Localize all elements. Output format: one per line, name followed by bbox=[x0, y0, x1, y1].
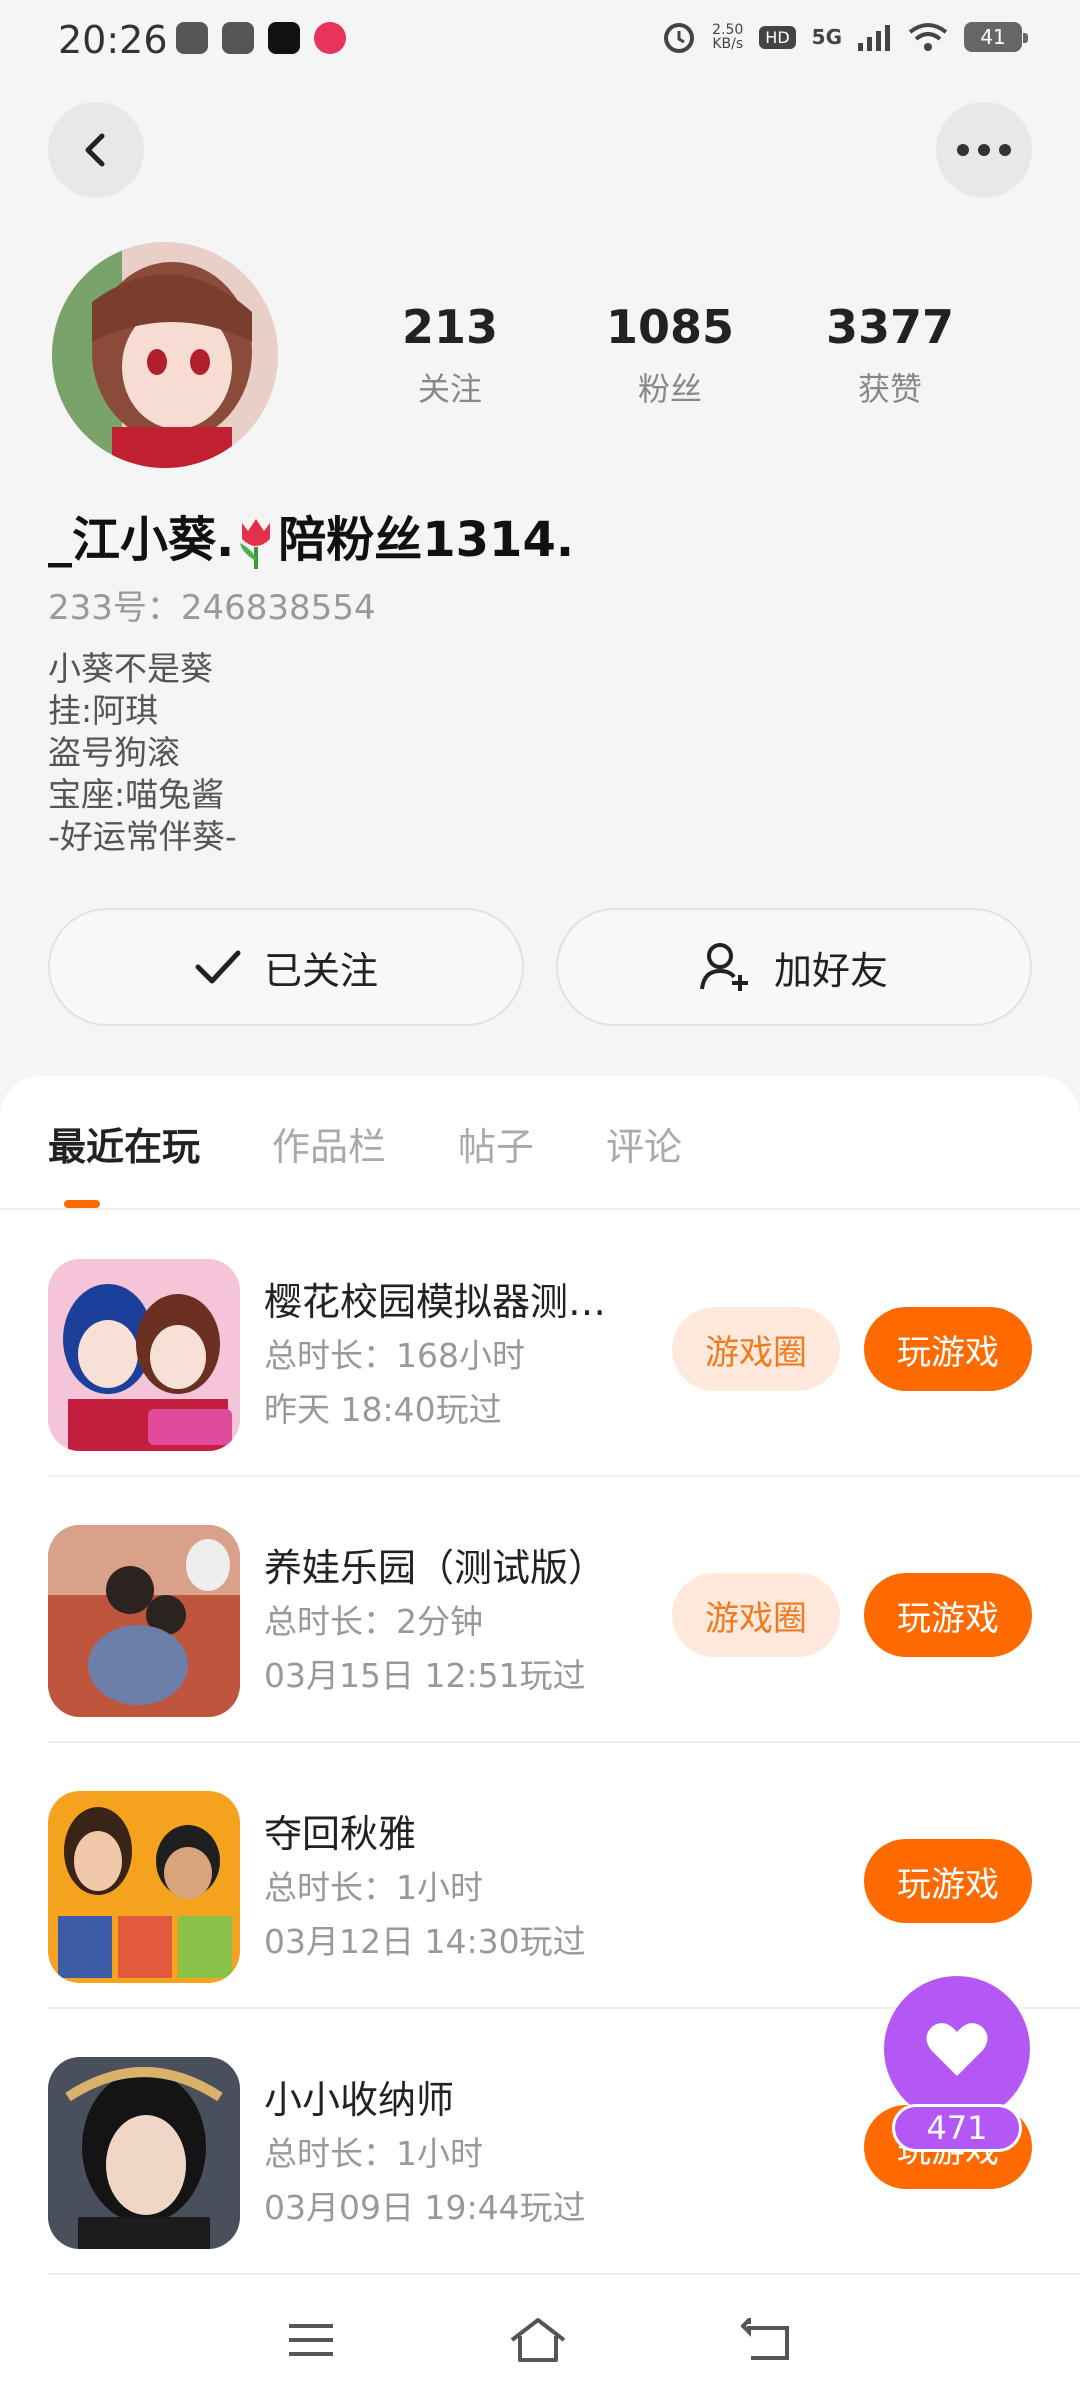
game-duration: 总时长：168小时 bbox=[264, 1336, 525, 1375]
followed-label: 已关注 bbox=[263, 948, 378, 993]
game-icon bbox=[48, 1259, 240, 1451]
list-item[interactable]: 夺回秋雅 总时长：1小时 03月12日 14:30玩过 玩游戏 bbox=[0, 1743, 1080, 2009]
play-game-button[interactable]: 玩游戏 bbox=[864, 1307, 1032, 1391]
status-indicators: 2.50 KB/s HD 5G 41 bbox=[662, 20, 1028, 54]
game-icon-image bbox=[48, 1791, 240, 1983]
game-last-played: 昨天 18:40玩过 bbox=[264, 1390, 502, 1429]
heart-icon bbox=[926, 2023, 988, 2076]
game-duration: 总时长：1小时 bbox=[264, 2134, 483, 2173]
stat-likes[interactable]: 3377 获赞 bbox=[800, 300, 980, 410]
bio: 小葵不是葵 挂:阿琪 盗号狗滚 宝座:喵兔酱 -好运常伴葵- bbox=[48, 648, 237, 858]
stat-label: 关注 bbox=[417, 370, 482, 408]
alarm-icon bbox=[664, 23, 695, 53]
game-icon bbox=[48, 1791, 240, 1983]
game-last-played: 03月12日 14:30玩过 bbox=[264, 1922, 586, 1961]
status-bar: 20:26 2.50 KB/s HD 5G 41 bbox=[0, 0, 1080, 84]
game-duration: 总时长：1小时 bbox=[264, 1868, 483, 1907]
checkmark-icon bbox=[195, 950, 241, 984]
avatar-image bbox=[52, 242, 278, 468]
tulip-emoji-icon bbox=[240, 519, 271, 569]
game-title: 夺回秋雅 bbox=[264, 1812, 417, 1856]
content-panel: 最近在玩 作品栏 帖子 评论 樱花校园模拟器测… 总时长：168小时 昨天 18… bbox=[0, 1076, 1080, 2400]
username-part-2: 陪粉丝1314. bbox=[278, 512, 575, 568]
system-nav-bar bbox=[0, 2280, 1080, 2400]
back-button[interactable] bbox=[48, 102, 144, 198]
more-options-button[interactable] bbox=[936, 102, 1032, 198]
video-icon bbox=[222, 22, 254, 54]
play-game-button[interactable]: 玩游戏 bbox=[864, 1573, 1032, 1657]
game-last-played: 03月15日 12:51玩过 bbox=[264, 1656, 586, 1695]
stat-following[interactable]: 213 关注 bbox=[360, 300, 540, 410]
status-app-icons bbox=[176, 22, 346, 54]
game-title: 樱花校园模拟器测… bbox=[264, 1280, 607, 1324]
network-type: 5G bbox=[811, 25, 842, 49]
list-item[interactable]: 樱花校园模拟器测… 总时长：168小时 昨天 18:40玩过 游戏圈 玩游戏 bbox=[0, 1211, 1080, 1477]
add-user-icon bbox=[699, 943, 748, 991]
bio-line: 宝座:喵兔酱 bbox=[48, 775, 225, 814]
followed-button[interactable]: 已关注 bbox=[48, 908, 524, 1026]
signal-icon bbox=[858, 25, 890, 51]
bio-line: -好运常伴葵- bbox=[48, 817, 237, 856]
tab-works[interactable]: 作品栏 bbox=[272, 1116, 386, 1171]
list-item[interactable]: 养娃乐园（测试版） 总时长：2分钟 03月15日 12:51玩过 游戏圈 玩游戏 bbox=[0, 1477, 1080, 1743]
wechat-icon bbox=[176, 22, 208, 54]
game-title: 养娃乐园（测试版） bbox=[264, 1546, 607, 1590]
username: _江小葵. 陪粉丝1314. bbox=[48, 500, 574, 570]
battery-indicator: 41 bbox=[964, 22, 1028, 52]
stat-value: 3377 bbox=[825, 300, 955, 354]
user-id: 233号：246838554 bbox=[48, 588, 376, 628]
bio-line: 小葵不是葵 bbox=[48, 649, 213, 688]
home-icon[interactable] bbox=[508, 2316, 568, 2364]
game-icon bbox=[48, 1525, 240, 1717]
back-nav-icon[interactable] bbox=[741, 2318, 793, 2362]
speed-value: 2.50 bbox=[712, 22, 744, 38]
game-icon-image bbox=[48, 1525, 240, 1717]
play-game-button[interactable]: 玩游戏 bbox=[864, 1839, 1032, 1923]
stat-value: 1085 bbox=[605, 300, 735, 354]
game-circle-button[interactable]: 游戏圈 bbox=[672, 1573, 840, 1657]
status-time: 20:26 bbox=[58, 18, 168, 62]
menu-icon[interactable] bbox=[287, 2320, 335, 2360]
game-circle-button[interactable]: 游戏圈 bbox=[672, 1307, 840, 1391]
network-speed: 2.50 KB/s bbox=[712, 23, 743, 51]
game-duration: 总时长：2分钟 bbox=[264, 1602, 483, 1641]
game-icon bbox=[48, 2057, 240, 2249]
profile-page: 20:26 2.50 KB/s HD 5G 41 213 关注 1085 粉丝 … bbox=[0, 0, 1080, 2400]
app-icon bbox=[314, 22, 346, 54]
tab-indicator bbox=[64, 1200, 100, 1208]
avatar[interactable] bbox=[52, 242, 278, 468]
tab-comments[interactable]: 评论 bbox=[606, 1116, 682, 1171]
stat-label: 粉丝 bbox=[637, 370, 702, 408]
more-horizontal-icon bbox=[957, 144, 1011, 156]
chevron-left-icon bbox=[85, 133, 105, 167]
floating-like-count: 471 bbox=[892, 2104, 1022, 2152]
speed-unit: KB/s bbox=[712, 36, 744, 52]
bio-line: 盗号狗滚 bbox=[48, 733, 180, 772]
game-title: 小小收纳师 bbox=[264, 2078, 455, 2122]
tiktok-icon bbox=[268, 22, 300, 54]
stat-label: 获赞 bbox=[857, 370, 922, 408]
game-last-played: 03月09日 19:44玩过 bbox=[264, 2188, 586, 2227]
tab-posts[interactable]: 帖子 bbox=[458, 1116, 534, 1171]
bio-line: 挂:阿琪 bbox=[48, 691, 159, 730]
hd-badge: HD bbox=[759, 25, 796, 49]
divider bbox=[0, 1208, 1080, 1210]
add-friend-label: 加好友 bbox=[773, 948, 888, 993]
profile-stats: 213 关注 1085 粉丝 3377 获赞 bbox=[360, 300, 980, 410]
game-icon-image bbox=[48, 1259, 240, 1451]
wifi-icon bbox=[908, 23, 948, 51]
add-friend-button[interactable]: 加好友 bbox=[556, 908, 1032, 1026]
stat-value: 213 bbox=[401, 300, 499, 354]
username-part-1: _江小葵. bbox=[48, 512, 235, 568]
game-icon-image bbox=[48, 2057, 240, 2249]
floating-like-button[interactable] bbox=[884, 1976, 1030, 2122]
stat-fans[interactable]: 1085 粉丝 bbox=[580, 300, 760, 410]
tab-bar: 最近在玩 作品栏 帖子 评论 bbox=[48, 1116, 682, 1171]
tab-recently-played[interactable]: 最近在玩 bbox=[48, 1116, 200, 1171]
